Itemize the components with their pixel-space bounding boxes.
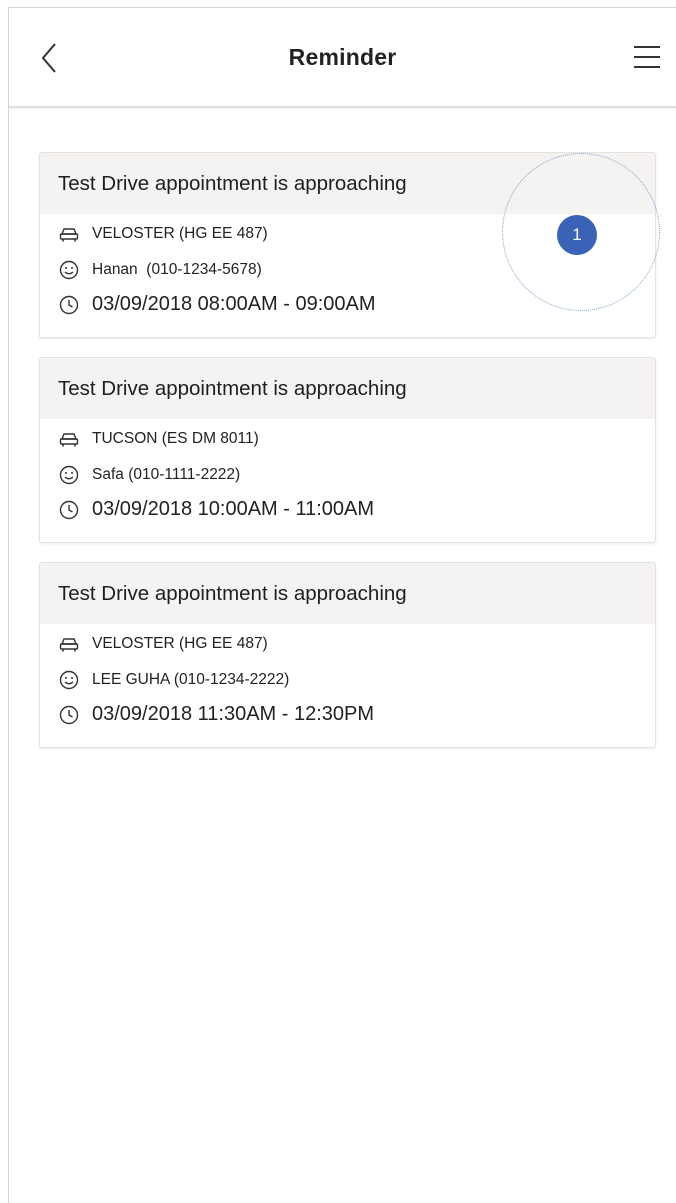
time-text: 03/09/2018 11:30AM - 12:30PM [92, 703, 375, 725]
time-row: 03/09/2018 10:00AM - 11:00AM [58, 498, 374, 521]
page-title: Reminder [288, 44, 397, 70]
menu-button[interactable] [632, 44, 662, 70]
vehicle-text: VELOSTER (HG EE 487) [92, 225, 268, 242]
time-row: 03/09/2018 08:00AM - 09:00AM [58, 293, 376, 316]
reminder-title: Test Drive appointment is approaching [40, 153, 655, 214]
reminder-card[interactable]: Test Drive appointment is approaching VE… [39, 562, 656, 748]
vehicle-text: VELOSTER (HG EE 487) [92, 635, 268, 652]
clock-icon [59, 705, 79, 724]
customer-row: Hanan (010-1234-5678) [58, 259, 262, 281]
time-text: 03/09/2018 10:00AM - 11:00AM [92, 498, 375, 520]
vehicle-text: TUCSON (ES DM 8011) [92, 430, 259, 447]
customer-row: Safa (010-1111-2222) [58, 464, 240, 486]
reminder-card[interactable]: Test Drive appointment is approaching TU… [39, 357, 656, 543]
customer-text: Hanan (010-1234-5678) [92, 261, 262, 278]
unread-count-badge: 1 [557, 215, 597, 255]
vehicle-row: TUCSON (ES DM 8011) [58, 428, 259, 450]
clock-icon [59, 295, 79, 314]
time-row: 03/09/2018 11:30AM - 12:30PM [58, 703, 374, 726]
time-text: 03/09/2018 08:00AM - 09:00AM [92, 293, 376, 315]
car-icon [59, 638, 79, 652]
vehicle-row: VELOSTER (HG EE 487) [58, 223, 268, 245]
customer-row: LEE GUHA (010-1234-2222) [58, 669, 289, 691]
smiley-face-icon [59, 260, 79, 280]
smiley-face-icon [59, 465, 79, 485]
reminder-title: Test Drive appointment is approaching [40, 358, 655, 419]
smiley-face-icon [59, 670, 79, 690]
hamburger-menu-icon [634, 46, 660, 68]
customer-text: LEE GUHA (010-1234-2222) [92, 671, 290, 688]
car-icon [59, 433, 79, 447]
app-frame: Reminder Test Drive appointment is appro… [8, 7, 676, 1203]
reminder-title: Test Drive appointment is approaching [40, 563, 655, 624]
top-app-bar: Reminder [9, 8, 676, 108]
reminder-card[interactable]: Test Drive appointment is approaching VE… [39, 152, 660, 338]
clock-icon [59, 500, 79, 519]
car-icon [59, 228, 79, 242]
reminder-list: Test Drive appointment is approaching VE… [39, 152, 660, 767]
customer-text: Safa (010-1111-2222) [92, 466, 241, 483]
vehicle-row: VELOSTER (HG EE 487) [58, 633, 268, 655]
